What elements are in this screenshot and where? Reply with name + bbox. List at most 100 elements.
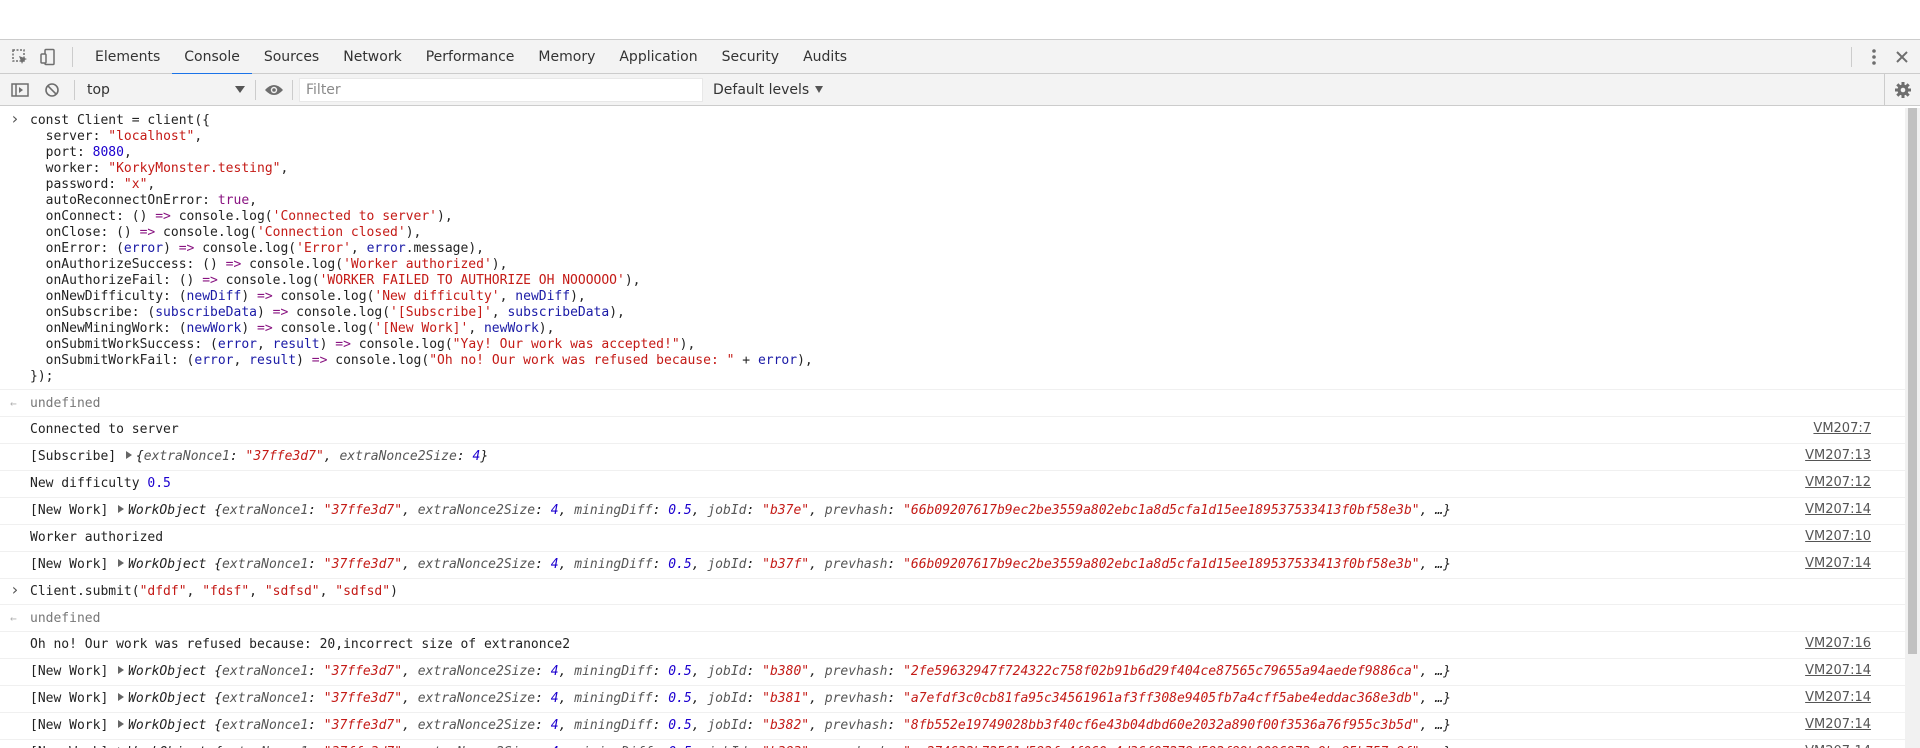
code-token: => — [335, 337, 351, 352]
code-token: ), — [624, 273, 641, 288]
tab-application[interactable]: Application — [607, 40, 709, 74]
code-token: error — [123, 241, 164, 256]
property-key: extraNonce1 — [143, 449, 230, 464]
expand-triangle-icon[interactable] — [118, 693, 125, 701]
filter-input[interactable] — [299, 77, 703, 102]
code-token: onNewDifficulty: ( — [30, 289, 187, 304]
source-link[interactable]: VM207:14 — [1805, 744, 1871, 748]
brace-open: { — [214, 557, 223, 572]
property-key: jobId — [707, 691, 747, 706]
live-expression-eye-icon[interactable] — [260, 76, 288, 104]
code-token: , — [468, 321, 484, 336]
gear-icon[interactable] — [1884, 74, 1920, 106]
code-token: subscribeData — [507, 305, 610, 320]
property-key: extraNonce2Size — [417, 557, 536, 572]
clear-console-icon[interactable] — [38, 76, 66, 104]
property-value: 0.5 — [668, 691, 692, 706]
source-link[interactable]: VM207:14 — [1805, 690, 1871, 706]
code-token: 'WORKER FAILED TO AUTHORIZE OH NOOOOOO' — [319, 273, 625, 288]
code-token: , — [249, 193, 257, 208]
source-link[interactable]: VM207:7 — [1813, 421, 1871, 437]
code-token: newDiff — [186, 289, 242, 304]
source-link[interactable]: VM207:10 — [1805, 529, 1871, 545]
source-link[interactable]: VM207:14 — [1805, 663, 1871, 679]
code-token: subscribeData — [155, 305, 257, 320]
log-text: Worker authorized — [30, 530, 164, 545]
tab-security[interactable]: Security — [710, 40, 792, 74]
console-scrollbar[interactable] — [1905, 108, 1920, 748]
code-token: error — [366, 241, 406, 256]
source-link[interactable]: VM207:14 — [1805, 502, 1871, 518]
colon: : — [652, 691, 669, 706]
console-input-entry[interactable]: › Client.submit("dfdf", "fdsf", "sdfsd", … — [0, 579, 1905, 605]
tab-list: Elements Console Sources Network Performance… — [83, 40, 859, 75]
expand-triangle-icon[interactable] — [118, 720, 125, 728]
expand-triangle-icon[interactable] — [118, 666, 125, 674]
inspect-element-icon[interactable] — [6, 43, 34, 71]
tab-audits[interactable]: Audits — [791, 40, 859, 74]
separator: , — [691, 557, 708, 572]
log-label: [New Work] — [30, 664, 109, 679]
object-class-name: WorkObject — [128, 691, 207, 706]
tab-elements[interactable]: Elements — [83, 40, 172, 74]
expand-triangle-icon[interactable] — [118, 559, 125, 567]
more-options-icon[interactable] — [1860, 43, 1888, 71]
colon: : — [308, 691, 324, 706]
property-value: "a7efdf3c0cb81fa95c34561961af3ff308e9405… — [903, 691, 1420, 706]
code-token: => — [225, 257, 242, 272]
log-message: [Subscribe] {extraNonce1: "37ffe3d7", ex… — [0, 444, 1905, 471]
dropdown-arrow-icon — [815, 86, 824, 93]
tab-performance[interactable]: Performance — [414, 40, 527, 74]
tab-sources[interactable]: Sources — [252, 40, 331, 74]
show-sidebar-icon[interactable] — [6, 76, 34, 104]
property-value: "37ffe3d7" — [323, 691, 403, 706]
expand-triangle-icon[interactable] — [118, 505, 125, 513]
code-token: => — [257, 289, 273, 304]
property-value: "37ffe3d7" — [323, 503, 403, 518]
tab-console[interactable]: Console — [172, 40, 252, 75]
console-input-entry[interactable]: › const Client = client({ server: "localh… — [0, 108, 1905, 390]
code-token: 'Connected to server' — [272, 209, 438, 224]
expand-triangle-icon[interactable] — [125, 451, 132, 459]
tab-memory[interactable]: Memory — [526, 40, 607, 74]
brace-open: { — [214, 503, 223, 518]
code-token: onSubmitWorkFail: ( — [30, 353, 195, 368]
log-levels-dropdown[interactable]: Default levels — [713, 82, 824, 98]
property-value: 0.5 — [668, 718, 692, 733]
property-value: 4 — [550, 557, 559, 572]
code-token: newWork — [483, 321, 539, 336]
brace-close: } — [1443, 691, 1451, 706]
code-token: ), — [491, 257, 508, 272]
source-link[interactable]: VM207:12 — [1805, 475, 1871, 491]
context-selector[interactable]: top — [81, 78, 251, 102]
tab-network[interactable]: Network — [331, 40, 413, 74]
colon: : — [887, 503, 904, 518]
source-link[interactable]: VM207:16 — [1805, 636, 1871, 652]
property-key: extraNonce2Size — [417, 718, 536, 733]
code-line: onNewDifficulty: (newDiff) => console.lo… — [30, 289, 1845, 305]
code-token: ), — [679, 337, 696, 352]
code-token: 'Worker authorized' — [343, 257, 492, 272]
source-link[interactable]: VM207:13 — [1805, 448, 1871, 464]
close-icon[interactable] — [1888, 43, 1916, 71]
log-message: Connected to server VM207:7 — [0, 417, 1905, 444]
property-value: "b37f" — [762, 557, 810, 572]
code-token: console.log( — [194, 241, 297, 256]
scrollbar-thumb[interactable] — [1908, 108, 1917, 654]
property-key: prevhash — [824, 718, 888, 733]
source-link[interactable]: VM207:14 — [1805, 556, 1871, 572]
source-link[interactable]: VM207:14 — [1805, 717, 1871, 733]
code-token: result — [272, 337, 320, 352]
code-token: , — [256, 337, 273, 352]
separator: , — [809, 691, 825, 706]
code-token: ) — [390, 584, 398, 599]
code-token: => — [139, 225, 156, 240]
prompt-chevron-icon: › — [10, 109, 20, 128]
property-key: extraNonce1 — [222, 503, 309, 518]
code-token: ) — [241, 289, 257, 304]
log-label: [Subscribe] — [30, 449, 117, 464]
colon: : — [229, 449, 246, 464]
property-value: 4 — [550, 718, 559, 733]
device-toolbar-icon[interactable] — [34, 43, 62, 71]
log-text: Oh no! Our work was refused because: 20,… — [30, 637, 571, 652]
